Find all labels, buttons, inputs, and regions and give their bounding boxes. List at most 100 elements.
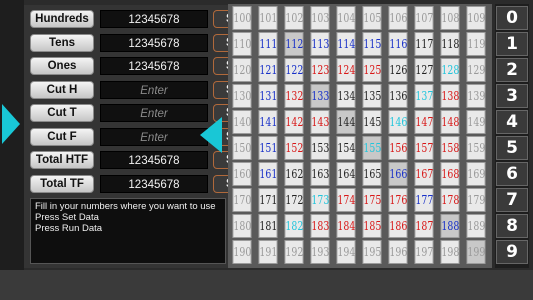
number-cell[interactable]: 192 — [284, 240, 304, 264]
number-cell[interactable]: 166 — [388, 162, 408, 186]
number-cell[interactable]: 149 — [466, 110, 486, 134]
number-cell[interactable]: 108 — [440, 6, 460, 30]
number-cell[interactable]: 148 — [440, 110, 460, 134]
number-cell[interactable]: 160 — [232, 162, 252, 186]
number-cell[interactable]: 179 — [466, 188, 486, 212]
number-cell[interactable]: 120 — [232, 58, 252, 82]
enter-input[interactable]: Enter — [100, 127, 208, 146]
number-cell[interactable]: 146 — [388, 110, 408, 134]
number-cell[interactable]: 152 — [284, 136, 304, 160]
number-cell[interactable]: 173 — [310, 188, 330, 212]
number-cell[interactable]: 137 — [414, 84, 434, 108]
number-cell[interactable]: 101 — [258, 6, 278, 30]
number-cell[interactable]: 109 — [466, 6, 486, 30]
number-cell[interactable]: 186 — [388, 214, 408, 238]
number-cell[interactable]: 172 — [284, 188, 304, 212]
number-cell[interactable]: 199 — [466, 240, 486, 264]
digit-button[interactable]: 9 — [496, 240, 528, 264]
number-cell[interactable]: 177 — [414, 188, 434, 212]
number-cell[interactable]: 133 — [310, 84, 330, 108]
digit-button[interactable]: 6 — [496, 162, 528, 186]
number-cell[interactable]: 167 — [414, 162, 434, 186]
enter-input[interactable]: Enter — [100, 80, 208, 99]
number-cell[interactable]: 170 — [232, 188, 252, 212]
number-cell[interactable]: 115 — [362, 32, 382, 56]
number-cell[interactable]: 135 — [362, 84, 382, 108]
number-cell[interactable]: 126 — [388, 58, 408, 82]
digit-button[interactable]: 1 — [496, 32, 528, 56]
number-cell[interactable]: 174 — [336, 188, 356, 212]
number-cell[interactable]: 150 — [232, 136, 252, 160]
number-cell[interactable]: 183 — [310, 214, 330, 238]
number-cell[interactable]: 105 — [362, 6, 382, 30]
number-cell[interactable]: 156 — [388, 136, 408, 160]
number-cell[interactable]: 175 — [362, 188, 382, 212]
number-cell[interactable]: 181 — [258, 214, 278, 238]
row-label-button[interactable]: Hundreds — [30, 10, 94, 28]
value-field[interactable]: 12345678 — [100, 174, 208, 193]
value-field[interactable]: 12345678 — [100, 33, 208, 52]
number-cell[interactable]: 157 — [414, 136, 434, 160]
value-field[interactable]: 12345678 — [100, 57, 208, 75]
number-cell[interactable]: 106 — [388, 6, 408, 30]
number-cell[interactable]: 124 — [336, 58, 356, 82]
number-cell[interactable]: 196 — [388, 240, 408, 264]
digit-button[interactable]: 7 — [496, 188, 528, 212]
number-cell[interactable]: 194 — [336, 240, 356, 264]
number-cell[interactable]: 129 — [466, 58, 486, 82]
row-label-button[interactable]: Total TF — [30, 174, 94, 193]
number-cell[interactable]: 121 — [258, 58, 278, 82]
number-cell[interactable]: 161 — [258, 162, 278, 186]
number-cell[interactable]: 162 — [284, 162, 304, 186]
collapse-arrow-icon[interactable] — [200, 117, 222, 153]
number-cell[interactable]: 191 — [258, 240, 278, 264]
row-label-button[interactable]: Cut H — [30, 80, 94, 99]
digit-button[interactable]: 8 — [496, 214, 528, 238]
number-cell[interactable]: 125 — [362, 58, 382, 82]
number-cell[interactable]: 103 — [310, 6, 330, 30]
number-cell[interactable]: 127 — [414, 58, 434, 82]
number-cell[interactable]: 111 — [258, 32, 278, 56]
number-cell[interactable]: 100 — [232, 6, 252, 30]
number-cell[interactable]: 147 — [414, 110, 434, 134]
number-cell[interactable]: 176 — [388, 188, 408, 212]
number-cell[interactable]: 188 — [440, 214, 460, 238]
number-cell[interactable]: 134 — [336, 84, 356, 108]
digit-button[interactable]: 4 — [496, 110, 528, 134]
number-cell[interactable]: 185 — [362, 214, 382, 238]
number-cell[interactable]: 139 — [466, 84, 486, 108]
number-cell[interactable]: 144 — [336, 110, 356, 134]
number-cell[interactable]: 145 — [362, 110, 382, 134]
number-cell[interactable]: 151 — [258, 136, 278, 160]
number-cell[interactable]: 193 — [310, 240, 330, 264]
number-cell[interactable]: 159 — [466, 136, 486, 160]
number-cell[interactable]: 117 — [414, 32, 434, 56]
number-cell[interactable]: 154 — [336, 136, 356, 160]
number-cell[interactable]: 163 — [310, 162, 330, 186]
number-cell[interactable]: 116 — [388, 32, 408, 56]
value-field[interactable]: 12345678 — [100, 10, 208, 28]
number-cell[interactable]: 114 — [336, 32, 356, 56]
number-cell[interactable]: 110 — [232, 32, 252, 56]
number-cell[interactable]: 178 — [440, 188, 460, 212]
number-cell[interactable]: 132 — [284, 84, 304, 108]
number-cell[interactable]: 131 — [258, 84, 278, 108]
row-label-button[interactable]: Total HTF — [30, 151, 94, 169]
digit-button[interactable]: 2 — [496, 58, 528, 82]
digit-button[interactable]: 3 — [496, 84, 528, 108]
number-cell[interactable]: 198 — [440, 240, 460, 264]
number-cell[interactable]: 155 — [362, 136, 382, 160]
number-cell[interactable]: 171 — [258, 188, 278, 212]
number-cell[interactable]: 153 — [310, 136, 330, 160]
number-cell[interactable]: 104 — [336, 6, 356, 30]
number-cell[interactable]: 118 — [440, 32, 460, 56]
number-cell[interactable]: 158 — [440, 136, 460, 160]
number-cell[interactable]: 128 — [440, 58, 460, 82]
number-cell[interactable]: 187 — [414, 214, 434, 238]
row-label-button[interactable]: Cut F — [30, 127, 94, 146]
number-cell[interactable]: 122 — [284, 58, 304, 82]
number-cell[interactable]: 197 — [414, 240, 434, 264]
number-cell[interactable]: 141 — [258, 110, 278, 134]
number-cell[interactable]: 123 — [310, 58, 330, 82]
number-cell[interactable]: 168 — [440, 162, 460, 186]
